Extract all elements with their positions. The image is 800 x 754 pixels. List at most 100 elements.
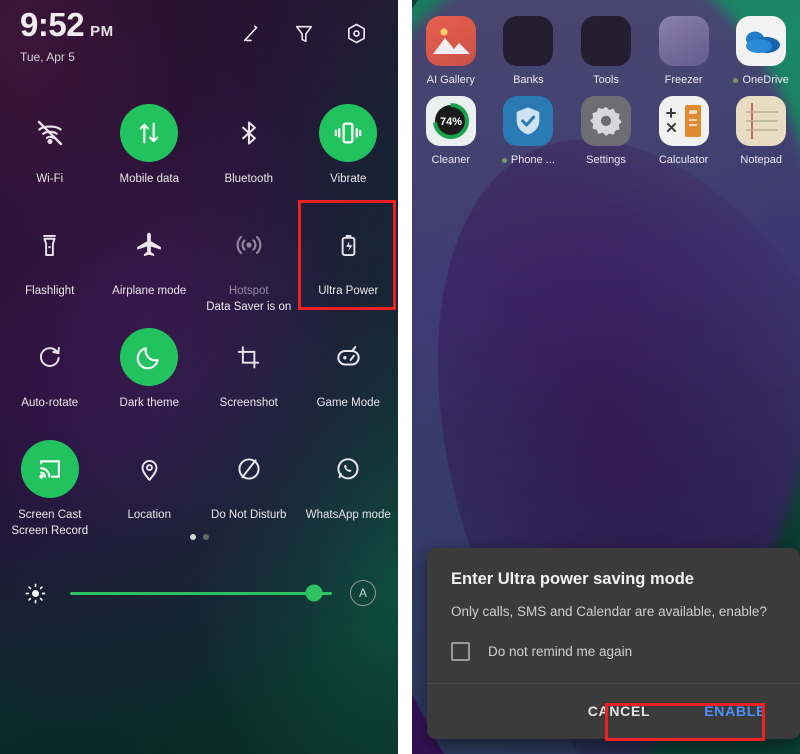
page-indicator	[0, 534, 398, 540]
app-phone-manager[interactable]: Phone ...	[490, 90, 568, 166]
quick-settings-panel: 9:52 PM Tue, Apr 5 Wi-Fi Mobile data Blu…	[0, 0, 398, 754]
app-label-text: Phone ...	[510, 154, 555, 166]
app-label-text: Calculator	[658, 154, 709, 166]
dialog-checkbox-row[interactable]: Do not remind me again	[427, 622, 800, 683]
app-label: Cleaner	[432, 154, 471, 166]
tile-hotspot[interactable]: Hotspot Data Saver is on	[199, 208, 299, 320]
app-label-text: Notepad	[740, 154, 782, 166]
tile-auto-rotate[interactable]: Auto-rotate	[0, 320, 100, 432]
tile-mobile-data[interactable]: Mobile data	[100, 96, 200, 208]
cleaner-icon: 74%	[425, 96, 476, 146]
tile-label: Screenshot	[219, 397, 278, 409]
auto-rotate-icon	[21, 328, 79, 386]
tile-flashlight[interactable]: Flashlight	[0, 208, 100, 320]
onedrive-icon	[736, 16, 787, 66]
home-screen-panel: AI Gallery Banks Tools Freezer OneDrive …	[412, 0, 800, 754]
cancel-button[interactable]: CANCEL	[574, 693, 665, 729]
app-onedrive[interactable]: OneDrive	[722, 10, 800, 86]
whatsapp-icon	[319, 440, 377, 498]
tile-label: Bluetooth	[224, 173, 274, 185]
app-label: AI Gallery	[427, 74, 475, 86]
screenshot-icon	[220, 328, 278, 386]
tile-label: Vibrate	[330, 173, 367, 185]
brightness-slider[interactable]	[70, 584, 332, 602]
tile-label: Do Not Disturb	[211, 509, 287, 521]
filter-icon[interactable]	[293, 23, 315, 45]
app-banks-folder[interactable]: Banks	[490, 10, 568, 86]
brightness-slider-knob[interactable]	[305, 584, 323, 602]
do-not-remind-checkbox[interactable]	[451, 641, 470, 661]
gallery-icon	[425, 16, 476, 66]
tile-label: Mobile data	[119, 173, 179, 185]
tile-label: Screen Cast	[18, 509, 82, 521]
tile-ultra-power[interactable]: Ultra Power	[299, 208, 399, 320]
status-bar: 9:52 PM Tue, Apr 5	[20, 8, 380, 80]
app-label: Notepad	[740, 154, 782, 166]
folder-icon	[503, 16, 554, 66]
calculator-icon	[658, 96, 709, 146]
settings-gear-icon	[580, 96, 631, 146]
game-mode-icon	[319, 328, 377, 386]
app-cleaner[interactable]: 74% Cleaner	[412, 90, 490, 166]
vibrate-icon	[319, 104, 378, 162]
app-grid: AI Gallery Banks Tools Freezer OneDrive …	[412, 10, 800, 166]
app-calculator[interactable]: Calculator	[645, 90, 723, 166]
app-label: Banks	[513, 74, 544, 86]
brightness-slider-row: A	[0, 580, 398, 606]
app-ai-gallery[interactable]: AI Gallery	[412, 10, 490, 86]
edit-icon[interactable]	[241, 23, 263, 45]
shield-check-icon	[503, 96, 554, 146]
tile-vibrate[interactable]: Vibrate	[299, 96, 399, 208]
dialog-actions: CANCEL ENABLE	[427, 682, 800, 739]
screen-cast-icon	[20, 440, 79, 498]
app-settings[interactable]: Settings	[567, 90, 645, 166]
page-dot-1[interactable]	[189, 534, 196, 540]
tile-whatsapp-mode[interactable]: WhatsApp mode	[299, 432, 399, 544]
notepad-icon	[736, 96, 787, 146]
app-label-text: OneDrive	[742, 74, 789, 86]
tile-location[interactable]: Location	[100, 432, 200, 544]
hotspot-icon	[220, 216, 278, 274]
tile-label: Wi-Fi	[36, 173, 64, 185]
tile-bluetooth[interactable]: Bluetooth	[199, 96, 299, 208]
tile-screenshot[interactable]: Screenshot	[199, 320, 299, 432]
tile-label: Hotspot	[228, 285, 269, 297]
enable-button[interactable]: ENABLE	[690, 693, 780, 729]
tile-game-mode[interactable]: Game Mode	[299, 320, 399, 432]
tile-screen-cast[interactable]: Screen Cast Screen Record	[0, 432, 100, 544]
tile-label: Location	[127, 509, 171, 521]
clock-time: 9:52	[20, 6, 85, 43]
app-label-text: Freezer	[664, 74, 703, 86]
clock-date: Tue, Apr 5	[20, 50, 75, 64]
tile-dark-theme[interactable]: Dark theme	[100, 320, 200, 432]
app-label: Phone ...	[501, 154, 555, 166]
bluetooth-icon	[220, 104, 278, 162]
app-tools-folder[interactable]: Tools	[567, 10, 645, 86]
app-label-text: Banks	[513, 74, 544, 86]
auto-brightness-icon[interactable]: A	[350, 580, 376, 606]
tile-sublabel: Data Saver is on	[206, 300, 292, 313]
dialog-checkbox-label: Do not remind me again	[488, 643, 633, 659]
svg-text:74%: 74%	[440, 116, 462, 128]
tile-wifi[interactable]: Wi-Fi	[0, 96, 100, 208]
app-notepad[interactable]: Notepad	[722, 90, 800, 166]
brightness-icon	[22, 582, 48, 605]
app-label-text: Cleaner	[431, 154, 471, 166]
do-not-disturb-icon	[220, 440, 278, 498]
screenshot-root: 9:52 PM Tue, Apr 5 Wi-Fi Mobile data Blu…	[0, 0, 800, 754]
freezer-icon	[658, 16, 709, 66]
tile-label: Airplane mode	[112, 285, 187, 297]
app-label: Settings	[586, 154, 626, 166]
clock-ampm: PM	[90, 23, 114, 40]
app-label-text: Tools	[593, 74, 619, 86]
tile-label: Dark theme	[119, 397, 179, 409]
page-dot-2[interactable]	[202, 534, 209, 540]
tile-do-not-disturb[interactable]: Do Not Disturb	[199, 432, 299, 544]
dialog-title: Enter Ultra power saving mode	[451, 570, 694, 588]
tile-airplane-mode[interactable]: Airplane mode	[100, 208, 200, 320]
header-icon-group	[241, 22, 368, 45]
ultra-power-dialog: Enter Ultra power saving mode Only calls…	[427, 548, 800, 739]
app-freezer[interactable]: Freezer	[645, 10, 723, 86]
settings-gear-icon[interactable]	[345, 22, 368, 45]
notification-dot-icon	[733, 77, 739, 83]
